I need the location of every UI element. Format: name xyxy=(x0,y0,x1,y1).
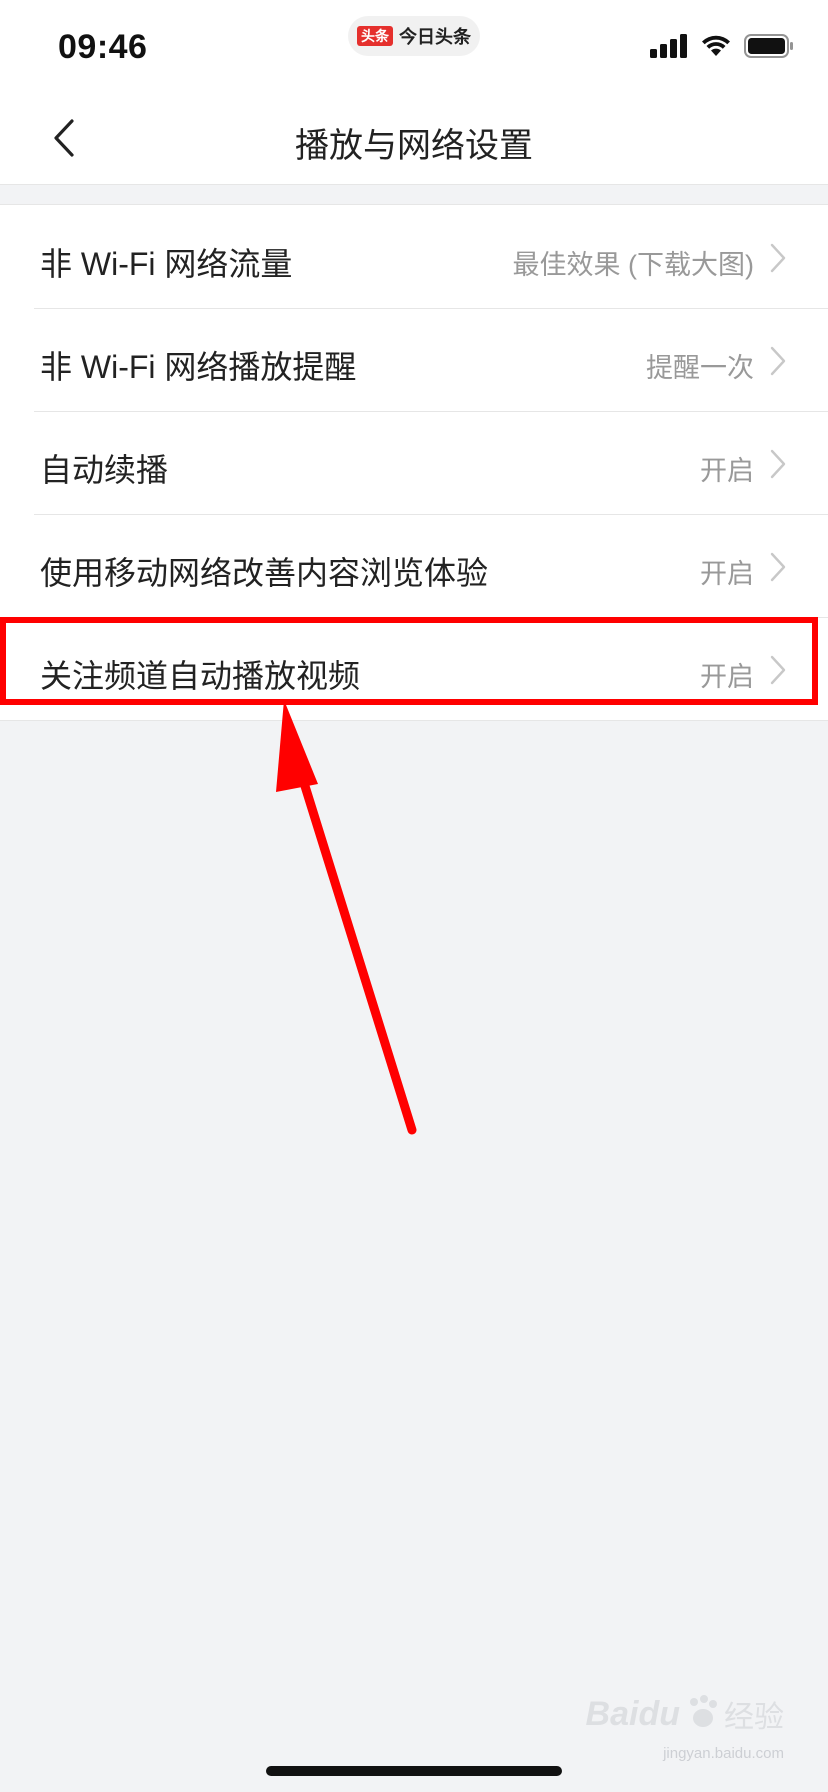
chevron-right-icon xyxy=(770,346,786,376)
setting-value: 开启 xyxy=(700,662,754,692)
setting-label: 非 Wi-Fi 网络播放提醒 xyxy=(40,349,357,385)
status-bar: 09:46 头条 今日头条 xyxy=(0,0,828,96)
status-icons xyxy=(650,34,794,63)
setting-row-follow-channel-autoplay[interactable]: 关注频道自动播放视频 开启 xyxy=(0,617,828,720)
setting-row-mobile-network-improve[interactable]: 使用移动网络改善内容浏览体验 开启 xyxy=(0,514,828,617)
setting-label: 关注频道自动播放视频 xyxy=(40,658,361,694)
chevron-right-icon xyxy=(770,449,786,479)
chevron-right-icon xyxy=(770,655,786,685)
setting-row-non-wifi-play-reminder[interactable]: 非 Wi-Fi 网络播放提醒 提醒一次 xyxy=(0,308,828,411)
setting-value: 最佳效果 (下载大图) xyxy=(512,250,754,280)
home-indicator[interactable] xyxy=(266,1766,562,1776)
status-time: 09:46 xyxy=(58,28,148,66)
setting-label: 非 Wi-Fi 网络流量 xyxy=(40,246,293,282)
app-badge: 头条 xyxy=(357,26,393,46)
wifi-icon xyxy=(700,34,732,63)
setting-label: 自动续播 xyxy=(40,452,169,488)
baidu-jingyan-watermark: Baidu 经验 xyxy=(586,1692,784,1736)
setting-row-non-wifi-data[interactable]: 非 Wi-Fi 网络流量 最佳效果 (下载大图) xyxy=(0,205,828,308)
settings-list: 非 Wi-Fi 网络流量 最佳效果 (下载大图) 非 Wi-Fi 网络播放提醒 … xyxy=(0,204,828,721)
watermark-brand: Baidu xyxy=(585,1694,680,1733)
setting-value: 开启 xyxy=(700,559,754,589)
battery-icon xyxy=(744,34,794,63)
app-indicator-pill[interactable]: 头条 今日头条 xyxy=(348,16,480,56)
navigation-bar: 播放与网络设置 xyxy=(0,96,828,185)
cellular-signal-icon xyxy=(650,34,688,63)
setting-value: 提醒一次 xyxy=(646,353,754,383)
setting-row-autoplay-next[interactable]: 自动续播 开启 xyxy=(0,411,828,514)
paw-icon xyxy=(684,1694,720,1735)
watermark-url: jingyan.baidu.com xyxy=(663,1745,784,1762)
chevron-right-icon xyxy=(770,243,786,273)
setting-value: 开启 xyxy=(700,456,754,486)
chevron-right-icon xyxy=(770,552,786,582)
watermark-product: 经验 xyxy=(724,1701,784,1734)
page-title: 播放与网络设置 xyxy=(295,127,533,165)
setting-label: 使用移动网络改善内容浏览体验 xyxy=(40,555,489,591)
app-name: 今日头条 xyxy=(399,27,471,47)
